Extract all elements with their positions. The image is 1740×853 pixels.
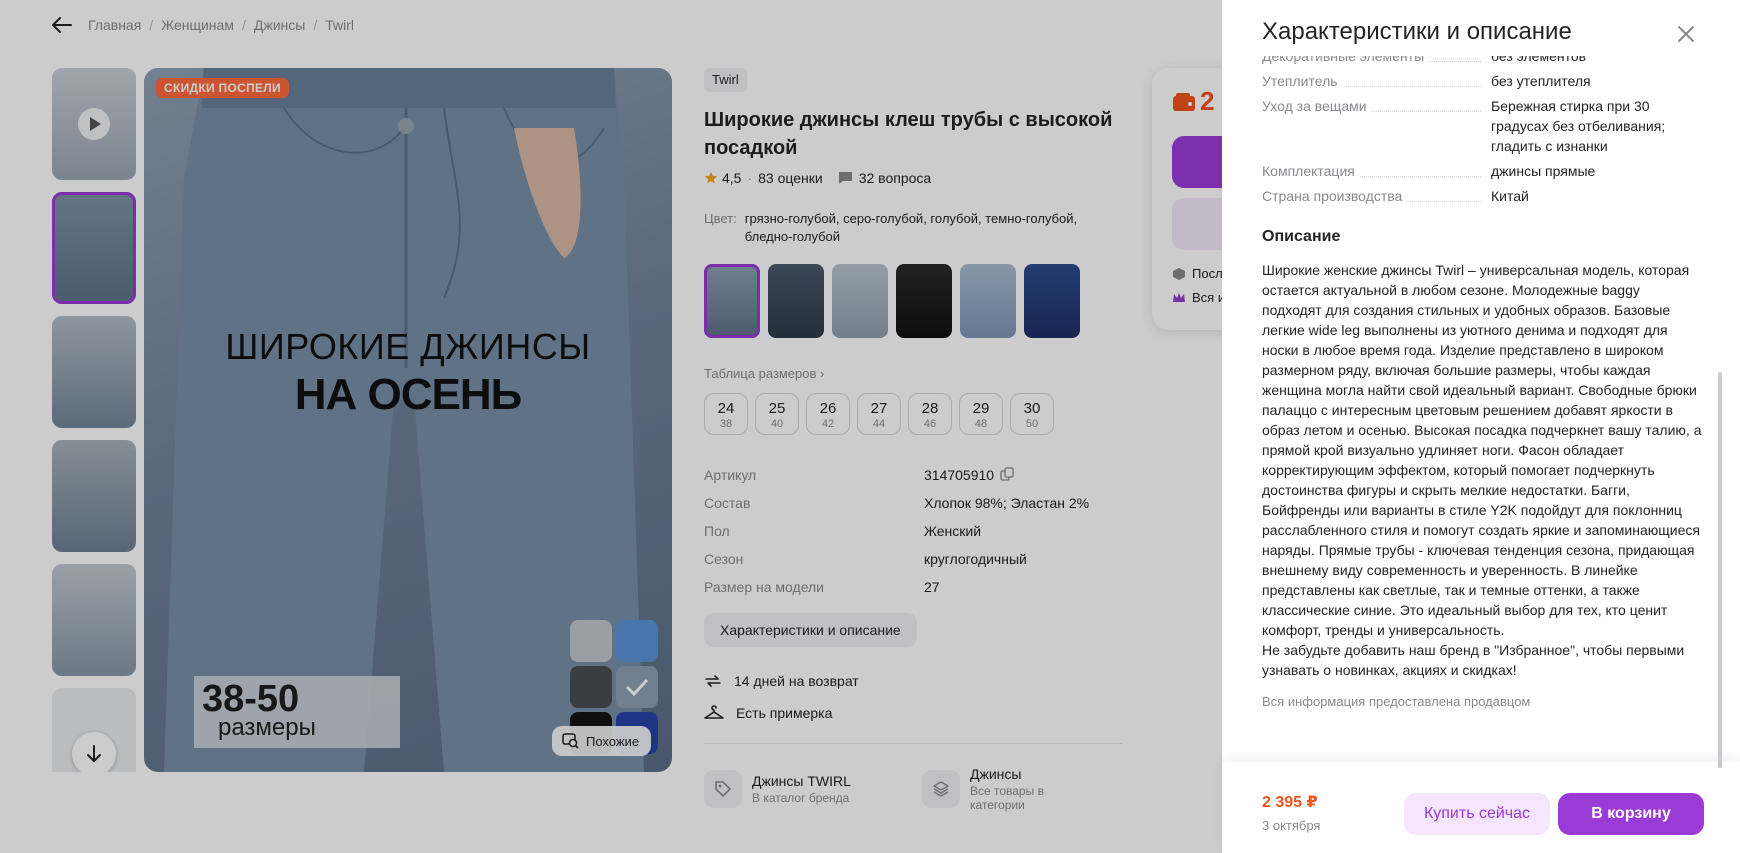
characteristic-key-text: Утеплитель — [1262, 73, 1342, 89]
characteristic-row: Декоративные элементы без элементов — [1262, 56, 1702, 66]
characteristic-row: Уход за вещами Бережная стирка при 30 гра… — [1262, 96, 1702, 156]
characteristic-key-text: Декоративные элементы — [1262, 56, 1429, 64]
characteristic-value: Китай — [1491, 188, 1529, 204]
drawer-content: Декоративные элементы без элементов Утепли… — [1262, 56, 1702, 709]
characteristic-value: без элементов — [1491, 56, 1587, 64]
drawer-scrollbar[interactable] — [1718, 372, 1722, 768]
characteristic-key: Комплектация — [1262, 161, 1491, 181]
delivery-date: 3 октября — [1262, 818, 1321, 833]
characteristic-key-text: Комплектация — [1262, 163, 1359, 179]
buy-now-button[interactable]: Купить сейчас — [1404, 793, 1550, 835]
characteristic-key-text: Уход за вещами — [1262, 98, 1371, 114]
characteristics-drawer: Характеристики и описание Декоративные э… — [1222, 0, 1740, 853]
characteristics-list: Декоративные элементы без элементов Утепли… — [1262, 56, 1702, 206]
characteristic-value: джинсы прямые — [1491, 163, 1596, 179]
characteristic-key: Страна производства — [1262, 186, 1491, 206]
description-heading: Описание — [1262, 228, 1341, 245]
characteristic-value: без утеплителя — [1491, 73, 1591, 89]
drawer-title: Характеристики и описание — [1262, 18, 1572, 45]
description-text: Широкие женские джинсы Twirl – универсал… — [1262, 262, 1702, 678]
close-icon[interactable] — [1672, 20, 1700, 48]
characteristic-row: Утеплитель без утеплителя — [1262, 71, 1702, 91]
seller-note: Вся информация предоставлена продавцом — [1262, 694, 1531, 709]
drawer-scroll-area[interactable]: Декоративные элементы без элементов Утепли… — [1222, 56, 1740, 762]
footer-price: 2 395 ₽ — [1262, 794, 1318, 811]
characteristic-key: Уход за вещами — [1262, 96, 1491, 156]
characteristic-key: Декоративные элементы — [1262, 56, 1491, 66]
characteristic-row: Страна производства Китай — [1262, 186, 1702, 206]
add-to-cart-button[interactable]: В корзину — [1558, 793, 1704, 835]
characteristic-key: Утеплитель — [1262, 71, 1491, 91]
characteristic-value: Бережная стирка при 30 градусах без отбе… — [1491, 98, 1666, 154]
characteristic-row: Комплектация джинсы прямые — [1262, 161, 1702, 181]
drawer-footer: 2 395 ₽ 3 октября Купить сейчас В корзин… — [1222, 762, 1740, 853]
characteristic-key-text: Страна производства — [1262, 188, 1407, 204]
